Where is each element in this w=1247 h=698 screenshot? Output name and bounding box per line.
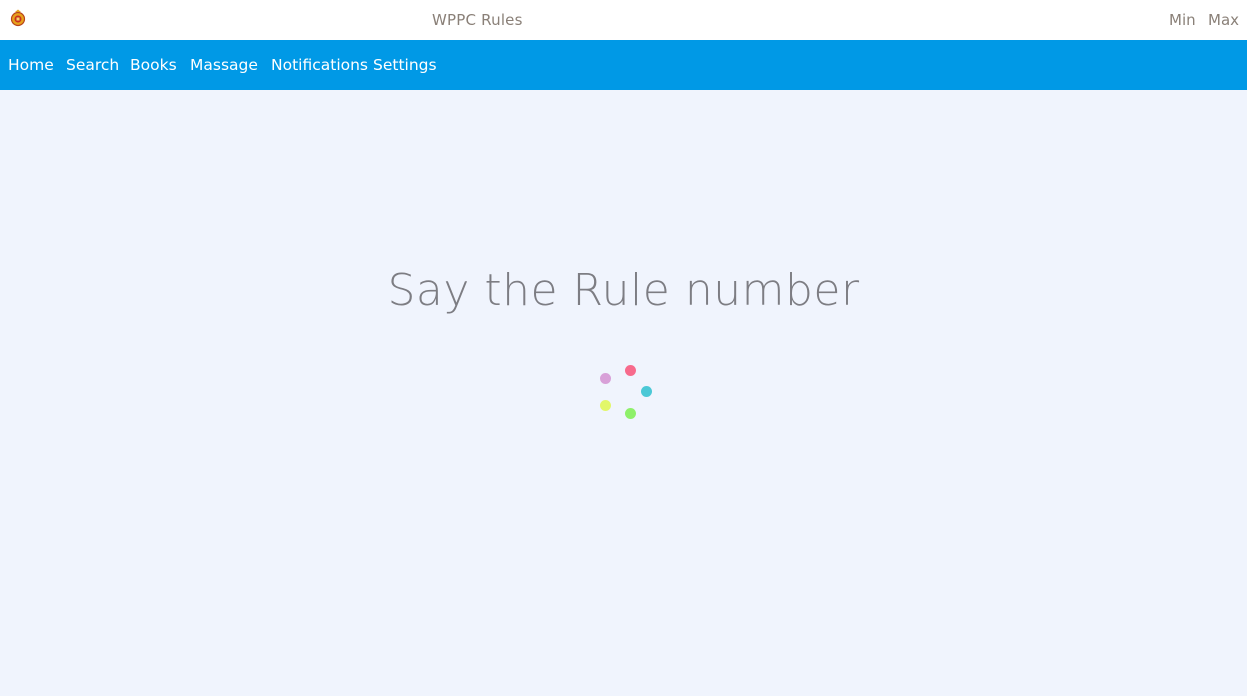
maximize-button[interactable]: Max	[1208, 11, 1239, 29]
voice-prompt: Say the Rule number	[387, 265, 860, 316]
spinner-dot	[625, 408, 636, 419]
nav-item-search[interactable]: Search	[66, 56, 119, 74]
nav-item-notifications[interactable]: Notifications	[271, 56, 368, 74]
nav-item-home[interactable]: Home	[8, 56, 54, 74]
spinner-dot	[600, 400, 611, 411]
nav-item-settings[interactable]: Settings	[373, 56, 437, 74]
main-content: Say the Rule number	[0, 90, 1247, 696]
nav-item-books[interactable]: Books	[130, 56, 177, 74]
nav-bar: Home Search Books Massage Notifications …	[0, 40, 1247, 90]
window-title: WPPC Rules	[432, 11, 523, 29]
spinner-dot	[641, 386, 652, 397]
spinner-dot	[600, 373, 611, 384]
loading-spinner-icon	[596, 362, 656, 419]
minimize-button[interactable]: Min	[1169, 11, 1196, 29]
title-bar: WPPC Rules Min Max	[0, 0, 1247, 40]
emblem-icon	[10, 9, 26, 27]
spinner-dot	[625, 365, 636, 376]
nav-item-massage[interactable]: Massage	[190, 56, 258, 74]
